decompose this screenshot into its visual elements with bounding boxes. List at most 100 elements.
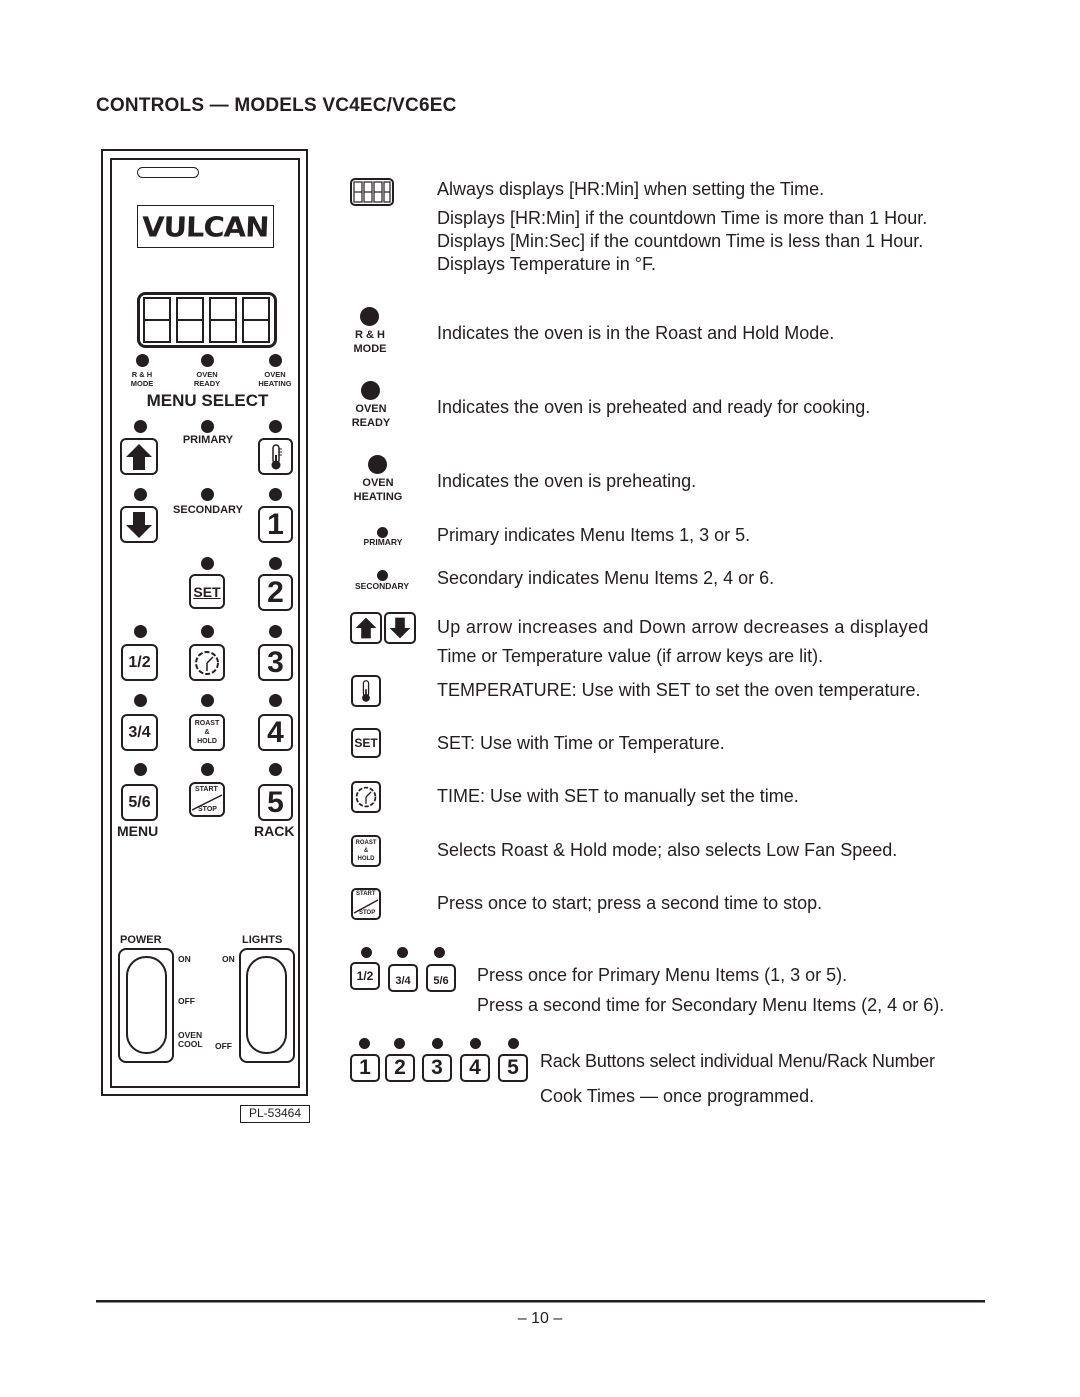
arrows-desc-1: Up arrow increases and Down arrow decrea… bbox=[437, 617, 929, 637]
rack-3-legend-led bbox=[432, 1038, 443, 1049]
time-key[interactable] bbox=[189, 644, 225, 681]
roast-label: ROAST bbox=[194, 720, 220, 727]
roast-hold-led bbox=[201, 694, 214, 707]
secondary-led bbox=[201, 488, 214, 501]
oven-heating-desc: Indicates the oven is preheating. bbox=[437, 471, 697, 491]
up-key-led bbox=[134, 420, 147, 433]
stop-label: STOP bbox=[198, 806, 217, 813]
up-arrow-icon bbox=[355, 617, 377, 639]
rack-1-legend-key: 1 bbox=[350, 1054, 380, 1082]
secondary-legend-label: SECONDARY bbox=[355, 581, 409, 591]
rack-3-led bbox=[269, 625, 282, 638]
time-legend-key bbox=[351, 781, 381, 813]
rack-2-key[interactable]: 2 bbox=[258, 574, 293, 611]
start-label: START bbox=[356, 891, 376, 897]
temperature-key[interactable] bbox=[258, 438, 293, 475]
secondary-legend-led bbox=[377, 570, 388, 581]
rack-5-legend-led bbox=[508, 1038, 519, 1049]
menu-keys-desc-2: Press a second time for Secondary Menu I… bbox=[477, 995, 945, 1015]
roast-hold-key[interactable]: ROAST & HOLD bbox=[189, 714, 225, 751]
up-arrow-key[interactable] bbox=[120, 438, 158, 475]
rack-2-legend-key: 2 bbox=[385, 1054, 415, 1082]
temperature-desc: TEMPERATURE: Use with SET to set the ove… bbox=[437, 680, 921, 700]
oven-ready-desc: Indicates the oven is preheated and read… bbox=[437, 397, 871, 417]
set-key[interactable]: SET bbox=[189, 574, 225, 609]
menu-1-2-legend-key: 1/2 bbox=[350, 962, 380, 990]
rack-keys-desc-1: Rack Buttons select individual Menu/Rack… bbox=[540, 1051, 935, 1071]
vulcan-logo: VULCAN bbox=[137, 205, 274, 248]
display-icon bbox=[350, 178, 394, 206]
primary-legend-label: PRIMARY bbox=[363, 537, 403, 547]
rack-4-key[interactable]: 4 bbox=[258, 714, 293, 751]
time-key-led bbox=[201, 625, 214, 638]
up-arrow-icon bbox=[126, 443, 152, 470]
lights-label: LIGHTS bbox=[242, 934, 283, 946]
rack-5-key[interactable]: 5 bbox=[258, 784, 293, 821]
temperature-legend-key bbox=[351, 675, 381, 707]
menu-1-2-legend-led bbox=[361, 947, 372, 958]
rack-group-label: RACK bbox=[254, 823, 295, 839]
down-arrow-icon bbox=[126, 511, 152, 538]
clock-icon bbox=[195, 650, 219, 675]
clock-icon bbox=[355, 786, 377, 808]
roast-hold-desc: Selects Roast & Hold mode; also selects … bbox=[437, 840, 898, 860]
rack-2-led bbox=[269, 557, 282, 570]
menu-5-6-led bbox=[134, 763, 147, 776]
oven-ready-legend-label: OVEN READY bbox=[351, 403, 391, 429]
logo-text: VULCAN bbox=[141, 210, 270, 243]
rack-3-key[interactable]: 3 bbox=[258, 644, 293, 681]
down-arrow-key[interactable] bbox=[120, 506, 158, 543]
menu-5-6-legend-led bbox=[434, 947, 445, 958]
power-label: POWER bbox=[120, 934, 162, 946]
stop-label: STOP bbox=[359, 910, 376, 916]
start-stop-legend-key: START STOP bbox=[351, 888, 381, 920]
seven-segment-display bbox=[137, 292, 277, 348]
start-stop-desc: Press once to start; press a second time… bbox=[437, 893, 823, 913]
menu-1-2-led bbox=[134, 625, 147, 638]
power-rocker-switch[interactable] bbox=[126, 956, 167, 1054]
rack-4-legend-key: 4 bbox=[460, 1054, 490, 1082]
ampersand-label: & bbox=[363, 848, 369, 854]
power-oven-cool-label: OVEN COOL bbox=[178, 1030, 203, 1049]
menu-5-6-legend-key: 5/6 bbox=[426, 964, 456, 992]
arrows-desc-2: Time or Temperature value (if arrow keys… bbox=[437, 646, 824, 666]
start-stop-led bbox=[201, 763, 214, 776]
power-off-label: OFF bbox=[178, 996, 195, 1006]
secondary-label: SECONDARY bbox=[173, 504, 243, 516]
oven-heating-legend-label: OVEN HEATING bbox=[353, 477, 403, 503]
display-desc-4: Displays Temperature in °F. bbox=[437, 254, 656, 274]
rack-1-key[interactable]: 1 bbox=[258, 506, 293, 543]
rack-1-led bbox=[269, 488, 282, 501]
ampersand-label: & bbox=[204, 729, 210, 736]
set-key-led bbox=[201, 557, 214, 570]
panel-slot bbox=[137, 167, 199, 178]
oven-ready-label: OVEN READY bbox=[193, 370, 221, 388]
rack-4-legend-led bbox=[470, 1038, 481, 1049]
lights-rocker-switch[interactable] bbox=[246, 956, 287, 1054]
oven-heating-label: OVEN HEATING bbox=[258, 370, 292, 388]
page-title: CONTROLS — MODELS VC4EC/VC6EC bbox=[96, 95, 457, 116]
roast-hold-legend-key: ROAST & HOLD bbox=[351, 835, 381, 867]
down-key-led bbox=[134, 488, 147, 501]
rack-4-led bbox=[269, 694, 282, 707]
lights-off-label: OFF bbox=[215, 1041, 232, 1051]
start-stop-key[interactable]: START STOP bbox=[189, 782, 225, 817]
menu-keys-desc-1: Press once for Primary Menu Items (1, 3 … bbox=[477, 965, 848, 985]
menu-5-6-key[interactable]: 5/6 bbox=[121, 784, 158, 821]
rh-mode-desc: Indicates the oven is in the Roast and H… bbox=[437, 323, 835, 343]
primary-label: PRIMARY bbox=[182, 434, 234, 446]
secondary-desc: Secondary indicates Menu Items 2, 4 or 6… bbox=[437, 568, 775, 588]
down-arrow-legend-key bbox=[384, 612, 416, 644]
lights-on-label: ON bbox=[222, 954, 235, 964]
start-label: START bbox=[195, 786, 218, 793]
time-desc: TIME: Use with SET to manually set the t… bbox=[437, 786, 799, 806]
menu-3-4-key[interactable]: 3/4 bbox=[121, 714, 158, 751]
menu-1-2-key[interactable]: 1/2 bbox=[121, 644, 158, 681]
rack-2-legend-led bbox=[394, 1038, 405, 1049]
display-desc-2: Displays [HR:Min] if the countdown Time … bbox=[437, 208, 928, 228]
footer-rule bbox=[96, 1300, 985, 1303]
rack-3-legend-key: 3 bbox=[422, 1054, 452, 1082]
oven-ready-led bbox=[201, 354, 214, 367]
set-desc: SET: Use with Time or Temperature. bbox=[437, 733, 725, 753]
power-on-label: ON bbox=[178, 954, 191, 964]
